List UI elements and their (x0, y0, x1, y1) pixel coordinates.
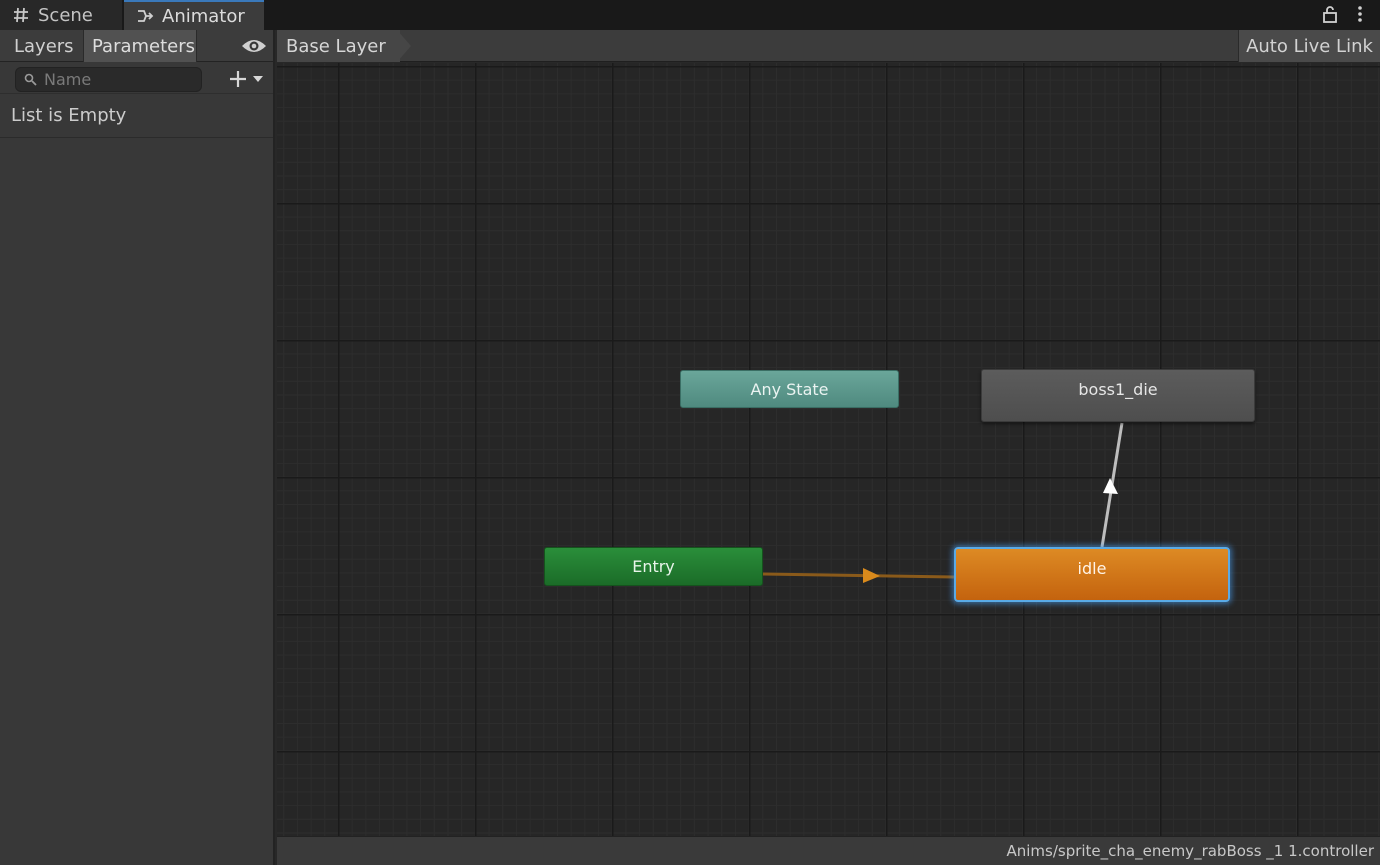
animator-icon (138, 10, 154, 22)
breadcrumb-base-layer[interactable]: Base Layer (277, 30, 400, 62)
transition-idle-to-die-arrow (1103, 478, 1118, 494)
eye-icon[interactable] (241, 37, 267, 55)
breadcrumb-arrow (397, 30, 411, 62)
state-any-state[interactable]: Any State (680, 370, 899, 408)
chevron-down-icon (253, 76, 263, 82)
search-icon (24, 73, 37, 86)
search-row (0, 62, 273, 94)
tabbar-actions (1322, 4, 1368, 24)
state-idle-label: idle (1077, 559, 1107, 578)
add-parameter-button[interactable] (228, 68, 272, 90)
auto-live-link-button[interactable]: Auto Live Link (1238, 30, 1380, 62)
graph-header: Base Layer Auto Live Link (277, 30, 1380, 62)
parameter-search-field[interactable] (15, 67, 202, 92)
status-bar: Anims/sprite_cha_enemy_rabBoss _1 1.cont… (277, 836, 1380, 865)
left-toolbar: Layers Parameters (0, 30, 273, 62)
state-entry[interactable]: Entry (544, 547, 763, 586)
parameters-panel: Layers Parameters Name List is Empty (0, 30, 275, 865)
more-options-icon[interactable] (1352, 4, 1368, 24)
tab-animator-label: Animator (162, 5, 245, 27)
state-machine-graph[interactable]: Any State boss1_die Entry idle (277, 63, 1380, 836)
transitions-layer (762, 422, 1124, 583)
hash-icon (14, 7, 28, 23)
tab-scene-label: Scene (38, 4, 93, 26)
state-boss1-die-label: boss1_die (1078, 380, 1158, 399)
layers-tab-button[interactable]: Layers (6, 30, 82, 62)
controller-path: Anims/sprite_cha_enemy_rabBoss _1 1.cont… (1006, 842, 1374, 860)
plus-icon (230, 71, 246, 87)
search-input[interactable] (44, 70, 194, 89)
state-idle[interactable]: idle (954, 547, 1230, 602)
state-entry-label: Entry (632, 557, 675, 576)
parameters-tab-button[interactable]: Parameters (83, 30, 197, 62)
animator-window: Scene Animator Layers Parameters Name Li… (0, 0, 1380, 865)
lock-icon[interactable] (1322, 4, 1338, 24)
state-any-state-label: Any State (750, 379, 829, 399)
state-boss1-die[interactable]: boss1_die (981, 369, 1255, 422)
tab-scene[interactable]: Scene (0, 0, 122, 30)
transition-entry-to-idle[interactable] (762, 572, 955, 579)
tab-animator[interactable]: Animator (124, 0, 264, 30)
transition-entry-to-idle-arrow (863, 568, 880, 583)
tab-bar: Scene Animator (0, 0, 1380, 30)
parameters-empty-text: List is Empty (0, 94, 273, 138)
